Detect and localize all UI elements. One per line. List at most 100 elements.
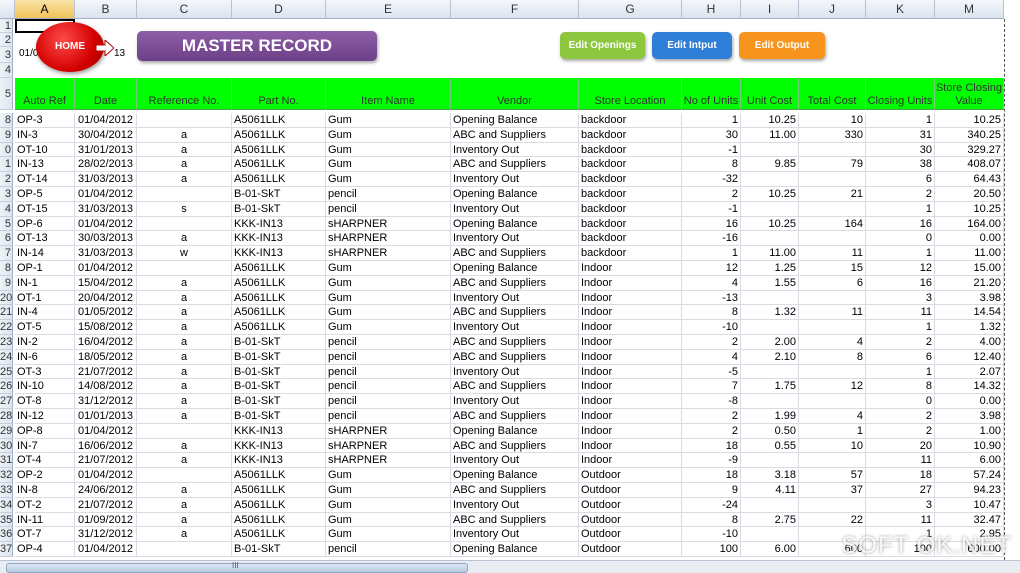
row-header[interactable]: 5 <box>0 216 13 232</box>
table-cell[interactable]: backdoor <box>579 113 682 128</box>
table-cell[interactable]: 8 <box>866 379 935 395</box>
table-cell[interactable]: 1 <box>866 320 935 335</box>
table-cell[interactable]: 2.00 <box>741 335 799 350</box>
table-cell[interactable]: 0.00 <box>935 231 1004 247</box>
table-cell[interactable]: 16 <box>866 216 935 232</box>
table-cell[interactable]: pencil <box>326 187 451 202</box>
table-cell[interactable]: a <box>137 305 232 321</box>
table-cell[interactable]: 8 <box>682 512 741 528</box>
table-cell[interactable]: Gum <box>326 127 451 143</box>
table-cell[interactable]: Inventory Out <box>451 290 579 306</box>
table-cell[interactable]: IN-4 <box>15 305 75 321</box>
column-header-b[interactable]: B <box>75 0 137 19</box>
table-cell[interactable]: 408.07 <box>935 157 1004 173</box>
table-cell[interactable] <box>137 468 232 483</box>
table-cell[interactable]: ABC and Suppliers <box>451 512 579 528</box>
table-cell[interactable]: A5061LLK <box>232 157 326 173</box>
table-cell[interactable]: ABC and Suppliers <box>451 335 579 350</box>
table-cell[interactable]: 01/09/2012 <box>75 512 137 528</box>
table-cell[interactable]: 3 <box>866 497 935 513</box>
table-cell[interactable]: s <box>137 201 232 217</box>
row-header[interactable]: 3 <box>0 187 13 202</box>
table-cell[interactable]: IN-2 <box>15 335 75 350</box>
table-cell[interactable]: Gum <box>326 261 451 276</box>
table-cell[interactable]: a <box>137 320 232 335</box>
row-header[interactable]: 37 <box>0 542 13 557</box>
table-cell[interactable]: 164 <box>799 216 866 232</box>
table-cell[interactable]: 14.32 <box>935 379 1004 395</box>
table-cell[interactable]: 01/04/2012 <box>75 261 137 276</box>
table-cell[interactable]: B-01-SkT <box>232 394 326 409</box>
table-cell[interactable]: 4 <box>799 335 866 350</box>
table-cell[interactable]: backdoor <box>579 201 682 217</box>
table-cell[interactable]: A5061LLK <box>232 497 326 513</box>
table-cell[interactable]: 30 <box>866 142 935 158</box>
column-header-m[interactable]: M <box>935 0 1004 19</box>
table-cell[interactable]: A5061LLK <box>232 142 326 158</box>
table-cell[interactable]: -5 <box>682 364 741 380</box>
table-cell[interactable]: Outdoor <box>579 527 682 543</box>
table-cell[interactable]: 4.00 <box>935 335 1004 350</box>
table-cell[interactable]: Gum <box>326 512 451 528</box>
row-header[interactable]: 20 <box>0 290 13 306</box>
table-cell[interactable]: OT-1 <box>15 290 75 306</box>
table-cell[interactable] <box>799 497 866 513</box>
table-cell[interactable]: 1.75 <box>741 379 799 395</box>
table-cell[interactable]: 2 <box>682 423 741 439</box>
table-cell[interactable]: a <box>137 127 232 143</box>
table-cell[interactable]: A5061LLK <box>232 305 326 321</box>
table-cell[interactable]: 15 <box>799 261 866 276</box>
table-cell[interactable]: IN-3 <box>15 127 75 143</box>
table-cell[interactable]: -32 <box>682 172 741 187</box>
table-cell[interactable]: a <box>137 364 232 380</box>
table-cell[interactable]: OP-1 <box>15 261 75 276</box>
table-cell[interactable]: 10.25 <box>935 113 1004 128</box>
table-cell[interactable]: 15.00 <box>935 261 1004 276</box>
table-cell[interactable]: 12 <box>866 261 935 276</box>
table-cell[interactable]: Outdoor <box>579 497 682 513</box>
table-cell[interactable]: OT-7 <box>15 527 75 543</box>
table-cell[interactable]: ABC and Suppliers <box>451 157 579 173</box>
table-cell[interactable]: a <box>137 453 232 469</box>
table-cell[interactable]: backdoor <box>579 127 682 143</box>
table-cell[interactable]: Inventory Out <box>451 201 579 217</box>
table-cell[interactable] <box>799 290 866 306</box>
table-cell[interactable]: A5061LLK <box>232 113 326 128</box>
table-cell[interactable] <box>137 261 232 276</box>
table-cell[interactable]: Indoor <box>579 290 682 306</box>
home-button[interactable]: HOME <box>36 22 104 72</box>
table-cell[interactable]: 329.27 <box>935 142 1004 158</box>
table-cell[interactable] <box>799 394 866 409</box>
table-cell[interactable]: a <box>137 142 232 158</box>
table-cell[interactable]: KKK-IN13 <box>232 216 326 232</box>
table-cell[interactable]: Inventory Out <box>451 320 579 335</box>
table-cell[interactable]: 1 <box>866 246 935 261</box>
table-cell[interactable]: 8 <box>682 305 741 321</box>
table-cell[interactable]: 1.25 <box>741 261 799 276</box>
table-cell[interactable] <box>799 142 866 158</box>
table-cell[interactable]: 31/12/2012 <box>75 527 137 543</box>
table-cell[interactable]: Inventory Out <box>451 453 579 469</box>
table-cell[interactable]: w <box>137 246 232 261</box>
table-cell[interactable]: 1.32 <box>741 305 799 321</box>
table-cell[interactable]: 10.25 <box>741 187 799 202</box>
table-cell[interactable]: OP-6 <box>15 216 75 232</box>
table-cell[interactable]: A5061LLK <box>232 275 326 291</box>
table-cell[interactable]: 18 <box>866 468 935 483</box>
table-cell[interactable]: 57 <box>799 468 866 483</box>
row-header[interactable]: 25 <box>0 364 13 380</box>
row-header[interactable]: 26 <box>0 379 13 395</box>
table-cell[interactable]: 10.25 <box>935 201 1004 217</box>
table-cell[interactable]: 32.47 <box>935 512 1004 528</box>
table-cell[interactable]: Opening Balance <box>451 187 579 202</box>
table-cell[interactable]: 01/04/2012 <box>75 468 137 483</box>
table-cell[interactable]: OP-5 <box>15 187 75 202</box>
column-header-c[interactable]: C <box>137 0 232 19</box>
table-cell[interactable]: 11 <box>799 305 866 321</box>
table-cell[interactable]: a <box>137 512 232 528</box>
table-cell[interactable] <box>799 231 866 247</box>
table-cell[interactable]: 31/03/2013 <box>75 246 137 261</box>
table-cell[interactable] <box>799 364 866 380</box>
table-cell[interactable]: -1 <box>682 142 741 158</box>
table-cell[interactable]: 6.00 <box>741 542 799 557</box>
